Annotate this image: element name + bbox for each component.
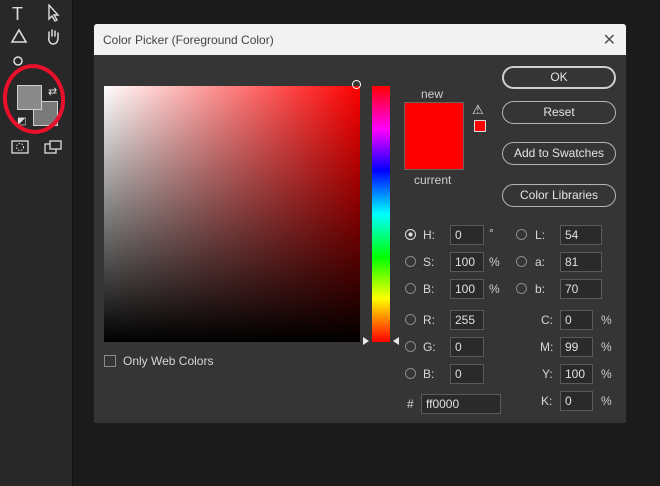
- hue-radio[interactable]: [405, 229, 416, 240]
- red-label: R:: [423, 313, 435, 327]
- only-web-colors-label: Only Web Colors: [123, 354, 214, 368]
- color-libraries-button[interactable]: Color Libraries: [502, 184, 616, 207]
- yellow-unit: %: [601, 367, 612, 381]
- hue-label: H:: [423, 228, 435, 242]
- blue-radio[interactable]: [405, 368, 416, 379]
- saturation-label: S:: [423, 255, 435, 269]
- lab-a-radio[interactable]: [516, 256, 527, 267]
- red-field[interactable]: 255: [450, 310, 484, 330]
- yellow-label: Y:: [542, 367, 553, 381]
- out-of-gamut-warning-icon[interactable]: ⚠: [472, 102, 484, 118]
- screen-mode-icon[interactable]: [44, 138, 62, 158]
- hue-slider-right-arrow[interactable]: [393, 337, 399, 345]
- lab-l-label: L:: [535, 228, 546, 242]
- lab-a-label: a:: [535, 255, 546, 269]
- magenta-label: M:: [540, 340, 554, 354]
- red-annotation-circle: [0, 60, 70, 138]
- close-icon[interactable]: ✕: [603, 30, 616, 50]
- brightness-radio[interactable]: [405, 283, 416, 294]
- hex-label: #: [407, 397, 414, 411]
- color-picker-dialog: Color Picker (Foreground Color) ✕ Only W…: [93, 23, 627, 424]
- red-radio[interactable]: [405, 314, 416, 325]
- lab-b-field[interactable]: 70: [560, 279, 602, 299]
- hue-field[interactable]: 0: [450, 225, 484, 245]
- hue-slider-left-arrow[interactable]: [363, 337, 369, 345]
- color-field[interactable]: [104, 86, 360, 342]
- blue-field[interactable]: 0: [450, 364, 484, 384]
- dialog-titlebar[interactable]: Color Picker (Foreground Color) ✕: [94, 24, 626, 55]
- magenta-field[interactable]: 99: [560, 337, 593, 357]
- brightness-unit: %: [489, 282, 500, 296]
- type-tool-icon[interactable]: T: [12, 4, 23, 24]
- saturation-radio[interactable]: [405, 256, 416, 267]
- color-field-marker[interactable]: [352, 80, 361, 89]
- cyan-label: C:: [541, 313, 553, 327]
- black-unit: %: [601, 394, 612, 408]
- black-field[interactable]: 0: [560, 391, 593, 411]
- new-color-preview: [404, 102, 464, 136]
- only-web-colors-checkbox[interactable]: [104, 355, 116, 367]
- brightness-label: B:: [423, 282, 435, 296]
- hue-unit: °: [489, 226, 494, 240]
- lab-a-field[interactable]: 81: [560, 252, 602, 272]
- blue-label: B:: [423, 367, 435, 381]
- hand-tool-icon[interactable]: [44, 28, 62, 50]
- gamut-correction-swatch[interactable]: [474, 120, 486, 132]
- cyan-field[interactable]: 0: [560, 310, 593, 330]
- green-label: G:: [423, 340, 436, 354]
- only-web-colors-option[interactable]: Only Web Colors: [104, 354, 213, 368]
- saturation-field[interactable]: 100: [450, 252, 484, 272]
- dialog-title: Color Picker (Foreground Color): [103, 33, 274, 47]
- lab-b-label: b:: [535, 282, 546, 296]
- current-color-preview[interactable]: [404, 136, 464, 170]
- green-field[interactable]: 0: [450, 337, 484, 357]
- quick-mask-icon[interactable]: [11, 138, 29, 158]
- cyan-unit: %: [601, 313, 612, 327]
- hex-field[interactable]: ff0000: [421, 394, 501, 414]
- add-to-swatches-button[interactable]: Add to Swatches: [502, 142, 616, 165]
- black-label: K:: [541, 394, 553, 408]
- yellow-field[interactable]: 100: [560, 364, 593, 384]
- path-selection-tool-icon[interactable]: [46, 3, 62, 26]
- lab-l-radio[interactable]: [516, 229, 527, 240]
- new-color-label: new: [421, 87, 444, 101]
- current-color-label: current: [414, 173, 452, 187]
- brightness-field[interactable]: 100: [450, 279, 484, 299]
- ok-button[interactable]: OK: [502, 66, 616, 89]
- lab-l-field[interactable]: 54: [560, 225, 602, 245]
- magenta-unit: %: [601, 340, 612, 354]
- shape-tool-icon[interactable]: [10, 28, 28, 48]
- hue-slider[interactable]: [372, 86, 390, 342]
- saturation-unit: %: [489, 255, 500, 269]
- reset-button[interactable]: Reset: [502, 101, 616, 124]
- green-radio[interactable]: [405, 341, 416, 352]
- lab-b-radio[interactable]: [516, 283, 527, 294]
- tools-panel: T ⇄ ◩: [0, 0, 73, 486]
